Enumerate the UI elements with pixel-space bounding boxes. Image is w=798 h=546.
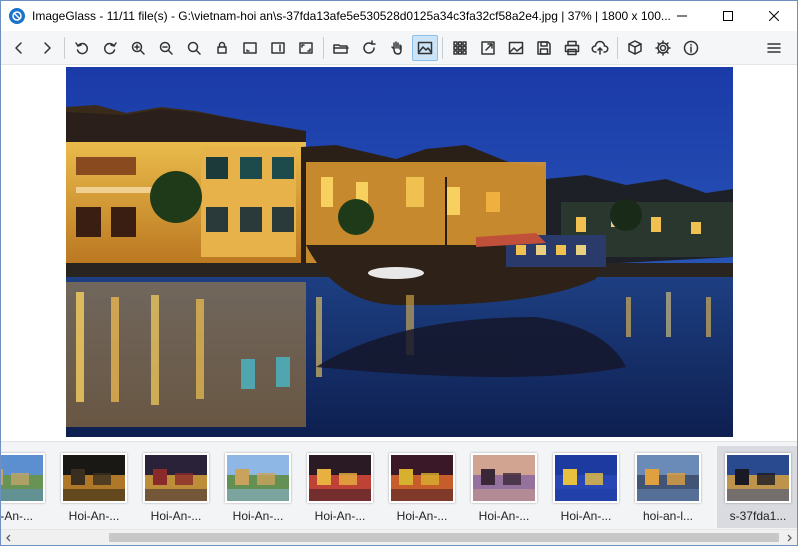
image-viewer[interactable]	[1, 66, 797, 441]
thumbnail-grid-icon[interactable]	[447, 35, 473, 61]
thumbnail-label: Hoi-An-...	[396, 509, 448, 523]
print-icon[interactable]	[559, 35, 585, 61]
toolbar-separator	[64, 36, 65, 59]
rotate-left-icon[interactable]	[69, 35, 95, 61]
thumbnail-item[interactable]: s-37fda1...	[717, 446, 797, 528]
fit-width-icon[interactable]	[237, 35, 263, 61]
toolbar-separator	[442, 36, 443, 59]
upload-icon[interactable]	[587, 35, 613, 61]
thumbnail-label: Hoi-An-...	[478, 509, 530, 523]
window-title: ImageGlass - 11/11 file(s) - G:\vietnam-…	[32, 9, 671, 23]
back-icon[interactable]	[6, 35, 32, 61]
image-view-icon[interactable]	[412, 34, 438, 61]
thumbnail-strip: oi-An-... Hoi-An-... Hoi-An-... Hoi-An-... H…	[1, 441, 797, 529]
thumbnail-image	[471, 453, 537, 503]
thumbnail-item[interactable]: Hoi-An-...	[217, 446, 297, 528]
thumbnail-image	[225, 453, 291, 503]
main-photo	[66, 67, 733, 437]
about-info-icon[interactable]	[678, 35, 704, 61]
toolbar-separator	[323, 36, 324, 59]
thumbnail-label: s-37fda1...	[729, 509, 787, 523]
thumbnail-item[interactable]: Hoi-An-...	[53, 446, 133, 528]
window-controls	[659, 1, 797, 31]
scrollbar-thumb[interactable]	[109, 533, 779, 542]
thumbnail-image	[307, 453, 373, 503]
thumbnail-item[interactable]: Hoi-An-...	[463, 446, 543, 528]
title-bar: ImageGlass - 11/11 file(s) - G:\vietnam-…	[1, 1, 797, 31]
fit-height-icon[interactable]	[265, 35, 291, 61]
scroll-right-arrow-icon[interactable]	[781, 530, 797, 545]
thumbnail-image	[143, 453, 209, 503]
thumbnail-label: Hoi-An-...	[232, 509, 284, 523]
thumbnail-label: Hoi-An-...	[150, 509, 202, 523]
thumbnail-label: Hoi-An-...	[560, 509, 612, 523]
imageglass-logo-icon	[9, 8, 25, 24]
app-window: ImageGlass - 11/11 file(s) - G:\vietnam-…	[0, 0, 798, 546]
thumbnail-label: oi-An-...	[0, 509, 33, 523]
thumbnail-image	[1, 453, 45, 503]
zoom-in-icon[interactable]	[125, 35, 151, 61]
thumbnail-item[interactable]: Hoi-An-...	[545, 446, 625, 528]
fullscreen-icon[interactable]	[475, 35, 501, 61]
refresh-icon[interactable]	[356, 35, 382, 61]
thumbnail-image	[61, 453, 127, 503]
plugin-box-icon[interactable]	[622, 35, 648, 61]
open-folder-icon[interactable]	[328, 35, 354, 61]
thumbnail-item[interactable]: Hoi-An-...	[299, 446, 379, 528]
thumbnail-item[interactable]: Hoi-An-...	[135, 446, 215, 528]
close-button[interactable]	[751, 1, 797, 31]
thumbnail-item[interactable]: hoi-an-l...	[627, 446, 707, 528]
save-icon[interactable]	[531, 35, 557, 61]
thumbnail-scrollbar[interactable]	[1, 529, 797, 545]
minimize-button[interactable]	[659, 1, 705, 31]
zoom-out-icon[interactable]	[153, 35, 179, 61]
thumbnail-image	[635, 453, 701, 503]
thumbnail-image	[725, 453, 791, 503]
slideshow-icon[interactable]	[503, 35, 529, 61]
fit-window-icon[interactable]	[293, 35, 319, 61]
thumbnail-label: hoi-an-l...	[642, 509, 694, 523]
thumbnail-item[interactable]: oi-An-...	[0, 446, 51, 528]
settings-gear-icon[interactable]	[650, 35, 676, 61]
thumbnail-label: Hoi-An-...	[314, 509, 366, 523]
maximize-button[interactable]	[705, 1, 751, 31]
lock-zoom-icon[interactable]	[209, 35, 235, 61]
forward-icon[interactable]	[34, 35, 60, 61]
thumbnail-image	[389, 453, 455, 503]
thumbnail-label: Hoi-An-...	[68, 509, 120, 523]
rotate-right-icon[interactable]	[97, 35, 123, 61]
scroll-left-arrow-icon[interactable]	[1, 530, 17, 545]
toolbar-separator	[617, 36, 618, 59]
thumbnail-image	[553, 453, 619, 503]
zoom-actual-size-icon[interactable]	[181, 35, 207, 61]
pan-hand-icon[interactable]	[384, 35, 410, 61]
toolbar	[1, 31, 797, 65]
main-menu-icon[interactable]	[761, 35, 787, 61]
thumbnail-item[interactable]: Hoi-An-...	[381, 446, 461, 528]
